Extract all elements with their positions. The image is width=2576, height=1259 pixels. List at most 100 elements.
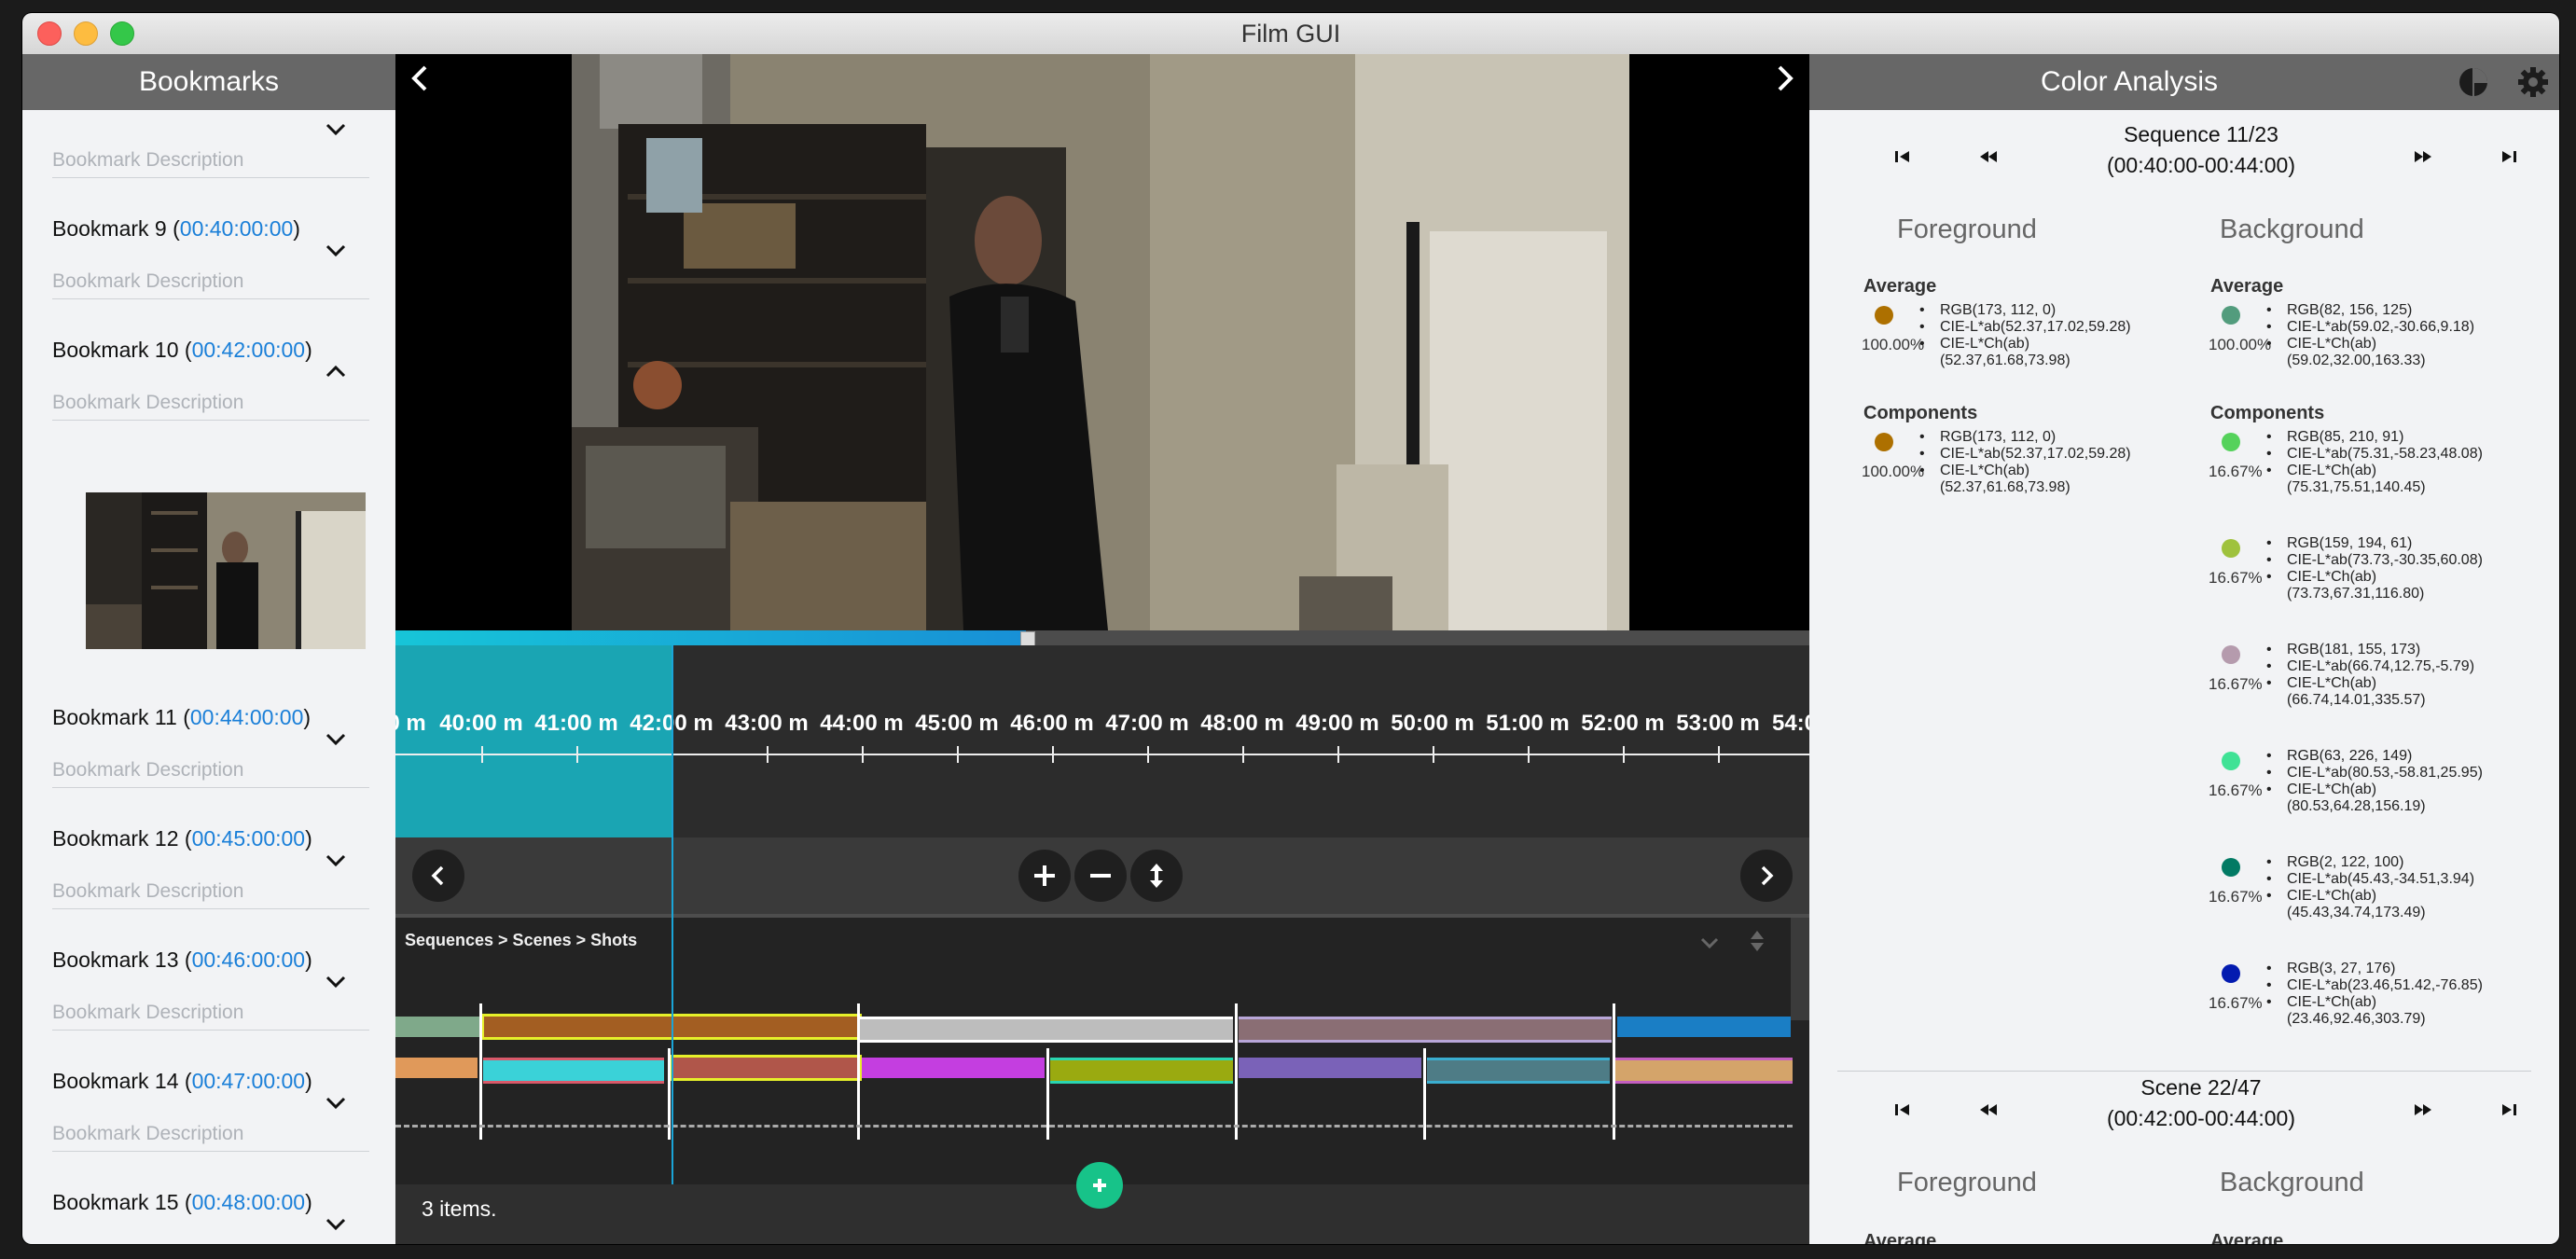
playhead-cursor[interactable]	[672, 645, 673, 1199]
sequence-segment[interactable]	[1239, 1017, 1612, 1043]
bookmark-time-link[interactable]: 00:46:00:00	[192, 948, 306, 972]
shot-track-dashed-line	[395, 1125, 1793, 1128]
background-component-color: 16.67% RGB(85, 210, 91) CIE-L*ab(75.31,-…	[2209, 429, 2528, 513]
chevron-down-icon[interactable]	[323, 847, 349, 873]
minus-icon	[1090, 874, 1111, 878]
background-component-color: 16.67% RGB(63, 226, 149) CIE-L*ab(80.53,…	[2209, 748, 2528, 832]
fast-forward-icon[interactable]	[2410, 144, 2436, 170]
chevron-down-icon[interactable]	[323, 726, 349, 752]
chevron-up-icon[interactable]	[323, 358, 349, 384]
color-percent: 16.67%	[2209, 463, 2263, 480]
timeline-ruler[interactable]: 0 m 40:00 m 41:00 m 42:00 m 43:00 m 44:0…	[395, 645, 1809, 837]
scene-segment-selected[interactable]	[670, 1055, 862, 1081]
chevron-down-icon[interactable]	[323, 116, 349, 142]
color-percent: 16.67%	[2209, 994, 2263, 1012]
lab-value: CIE-L*ab(80.53,-58.81,25.95)	[2266, 765, 2483, 782]
chevron-down-icon[interactable]	[1697, 931, 1722, 955]
bookmark-item[interactable]: Bookmark 11 (00:44:00:00)	[52, 705, 369, 730]
color-swatch	[2222, 306, 2240, 325]
color-percent: 100.00%	[1862, 336, 1925, 353]
scroll-right-button[interactable]	[1740, 850, 1793, 902]
bookmark-description[interactable]: Bookmark Description	[52, 149, 369, 178]
lch-label: CIE-L*Ch(ab)	[2266, 336, 2474, 353]
app-window: Film GUI Bookmarks Bookmark Description …	[22, 13, 2559, 1244]
window-title: Film GUI	[1240, 20, 1341, 48]
bookmark-description[interactable]: Bookmark Description	[52, 1123, 369, 1152]
scene-segment[interactable]	[1615, 1058, 1793, 1084]
bookmark-time-link[interactable]: 00:42:00:00	[192, 338, 306, 362]
bookmark-item[interactable]: Bookmark 15 (00:48:00:00)	[52, 1190, 369, 1215]
bookmark-description[interactable]: Bookmark Description	[52, 1002, 369, 1031]
progress-handle[interactable]	[1020, 631, 1035, 646]
bookmark-item[interactable]: Bookmark 14 (00:47:00:00)	[52, 1069, 369, 1094]
fit-height-button[interactable]	[1130, 850, 1183, 902]
lch-value: (75.31,75.51,140.45)	[2287, 479, 2426, 495]
ruler-label: 48:00 m	[1200, 711, 1284, 736]
shots-panel[interactable]: Sequences > Scenes > Shots	[395, 914, 1809, 1184]
skip-first-icon[interactable]	[1890, 144, 1916, 170]
lch-value: (73.73,67.31,116.80)	[2287, 586, 2425, 602]
scene-segment[interactable]	[862, 1058, 1045, 1078]
bookmark-item[interactable]: Bookmark 10 (00:42:00:00)	[52, 338, 369, 363]
scene-counter: Scene 22/47	[2140, 1075, 2262, 1100]
playback-progress-bar[interactable]	[395, 630, 1809, 646]
color-values: RGB(82, 156, 125) CIE-L*ab(59.02,-30.66,…	[2266, 302, 2474, 369]
bookmark-time-link[interactable]: 00:47:00:00	[192, 1069, 306, 1093]
scene-segment[interactable]	[1427, 1058, 1610, 1084]
bookmark-item[interactable]: Bookmark 12 (00:45:00:00)	[52, 826, 369, 851]
sequence-segment[interactable]	[395, 1017, 479, 1037]
scene-segment[interactable]	[1239, 1058, 1421, 1078]
bookmark-time-link[interactable]: 00:48:00:00	[192, 1190, 306, 1214]
bookmark-description[interactable]: Bookmark Description	[52, 270, 369, 299]
pie-chart-icon[interactable]	[2457, 65, 2490, 99]
color-percent: 16.67%	[2209, 675, 2263, 693]
video-player[interactable]	[395, 54, 1809, 630]
bookmark-thumbnail	[86, 492, 366, 649]
sequence-segment[interactable]	[1617, 1017, 1791, 1037]
boundary-line	[1613, 1003, 1615, 1140]
bookmark-time-link[interactable]: 00:45:00:00	[192, 826, 306, 851]
bookmark-description[interactable]: Bookmark Description	[52, 759, 369, 788]
skip-last-icon[interactable]	[2496, 144, 2522, 170]
scene-navigation: Scene 22/47 (00:42:00-00:44:00)	[1809, 1072, 2559, 1147]
gear-icon[interactable]	[2516, 65, 2550, 99]
ruler-tick	[1242, 746, 1244, 763]
previous-frame-icon[interactable]	[401, 60, 438, 97]
add-shot-button[interactable]	[1076, 1162, 1123, 1209]
foreground-heading: Foreground	[1897, 214, 2037, 244]
rgb-value: RGB(2, 122, 100)	[2266, 854, 2474, 871]
sequence-segment[interactable]	[860, 1017, 1233, 1043]
breadcrumb[interactable]: Sequences > Scenes > Shots	[405, 931, 637, 950]
chevron-down-icon[interactable]	[323, 968, 349, 994]
section-divider	[1837, 1071, 2531, 1072]
scroll-left-button[interactable]	[412, 850, 464, 902]
sort-icon[interactable]	[1748, 927, 1766, 955]
bookmark-item[interactable]: Bookmark 9 (00:40:00:00)	[52, 216, 369, 242]
chevron-down-icon[interactable]	[323, 1089, 349, 1115]
scene-segment[interactable]	[1050, 1058, 1233, 1084]
zoom-out-button[interactable]	[1074, 850, 1127, 902]
color-percent: 16.67%	[2209, 888, 2263, 906]
fast-forward-icon[interactable]	[2410, 1097, 2436, 1123]
rewind-icon[interactable]	[1975, 1097, 2001, 1123]
next-frame-icon[interactable]	[1766, 60, 1804, 97]
scene-segment[interactable]	[395, 1058, 478, 1078]
bookmark-description[interactable]: Bookmark Description	[52, 392, 369, 421]
skip-last-icon[interactable]	[2496, 1097, 2522, 1123]
chevron-down-icon[interactable]	[323, 1211, 349, 1237]
color-swatch	[2222, 433, 2240, 451]
scene-segment[interactable]	[483, 1058, 664, 1084]
rgb-value: RGB(181, 155, 173)	[2266, 642, 2474, 658]
lch-label: CIE-L*Ch(ab)	[2266, 569, 2483, 586]
zoom-in-button[interactable]	[1018, 850, 1071, 902]
bookmark-item[interactable]: Bookmark 13 (00:46:00:00)	[52, 948, 369, 973]
bookmark-time-link[interactable]: 00:40:00:00	[180, 216, 294, 241]
rewind-icon[interactable]	[1975, 144, 2001, 170]
bookmark-name: Bookmark 13	[52, 948, 179, 972]
bookmark-time-link[interactable]: 00:44:00:00	[190, 705, 304, 729]
ruler-label: 46:00 m	[1010, 711, 1094, 736]
shots-scrollbar[interactable]	[1791, 918, 1809, 1020]
chevron-down-icon[interactable]	[323, 237, 349, 263]
bookmark-description[interactable]: Bookmark Description	[52, 880, 369, 909]
skip-first-icon[interactable]	[1890, 1097, 1916, 1123]
